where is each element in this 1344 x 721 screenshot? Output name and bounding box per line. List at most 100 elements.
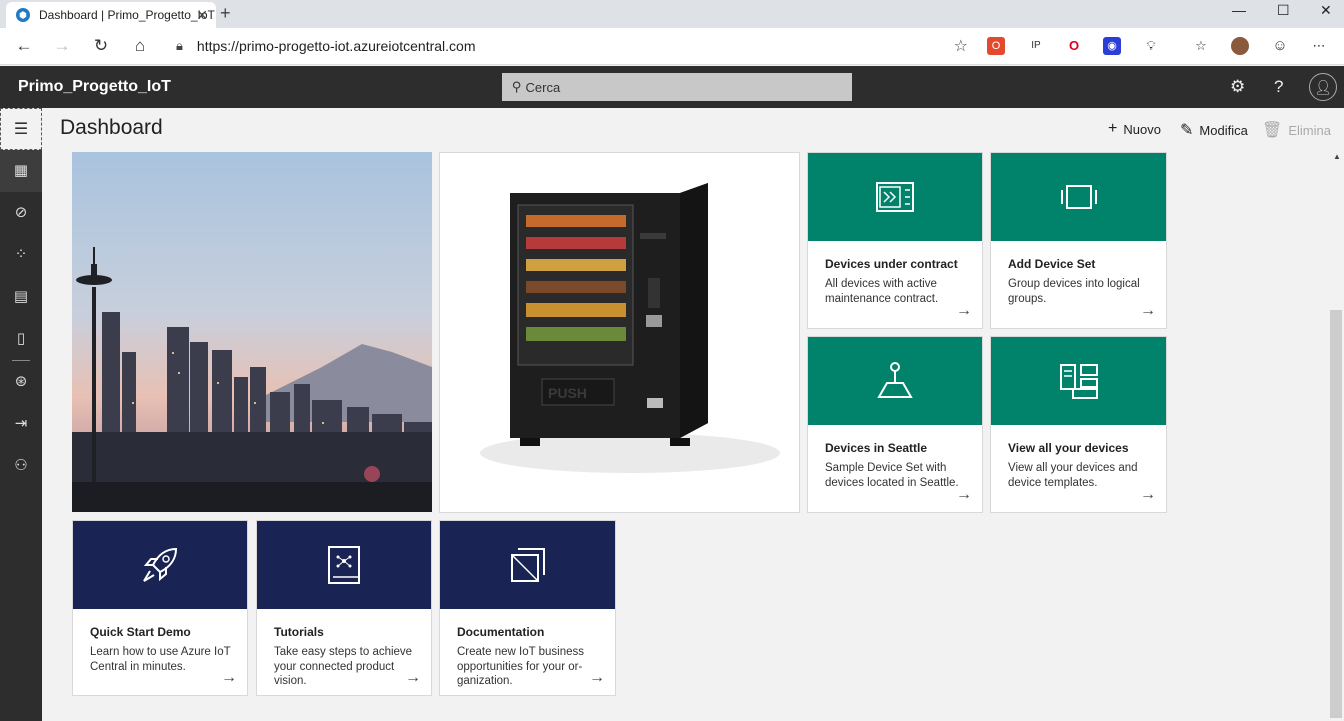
favorites-icon[interactable]: ☆ <box>1192 37 1210 55</box>
app-header: Primo_Progetto_IoT ⚲ Cerca ⚙ ? 👤︎ <box>0 66 1344 108</box>
arrow-right-icon[interactable]: → <box>221 669 237 687</box>
scrollbar-thumb[interactable] <box>1330 310 1342 718</box>
tile-title: View all your devices <box>1008 441 1129 455</box>
minimize-button[interactable]: — <box>1232 2 1246 18</box>
tutorials-tile[interactable]: Tutorials Take easy steps to achieve you… <box>256 520 432 696</box>
arrow-right-icon[interactable]: → <box>1140 302 1156 320</box>
jobs-icon[interactable]: ⇥ <box>0 403 42 445</box>
tile-title: Devices in Seattle <box>825 441 928 455</box>
help-icon[interactable]: ? <box>1274 77 1283 97</box>
url-text: https://primo-progetto-iot.azureiotcentr… <box>196 38 476 54</box>
screen-icon[interactable]: ◉ <box>1103 37 1121 55</box>
tile-title: Tutorials <box>274 625 324 639</box>
arrow-right-icon[interactable]: → <box>1140 486 1156 504</box>
tile-description: Sample Device Set with devices located i… <box>825 462 959 489</box>
book-icon <box>328 546 360 584</box>
profile-icon[interactable] <box>1231 37 1249 55</box>
favorite-star-icon[interactable]: ☆ <box>954 36 968 56</box>
quick-start-demo-tile[interactable]: Quick Start Demo Learn how to use Azure … <box>72 520 248 696</box>
tile-header <box>808 153 982 241</box>
contract-devices-icon <box>876 182 914 212</box>
search-input[interactable]: ⚲ Cerca <box>502 73 852 101</box>
forward-arrow-icon[interactable]: → <box>52 36 72 56</box>
tile-description: All devices with active maintenance cont… <box>825 278 939 305</box>
app-title: Primo_Progetto_IoT <box>18 78 171 95</box>
plus-icon: + <box>1108 120 1118 137</box>
add-device-set-tile[interactable]: Add Device Set Group devices into logica… <box>990 152 1167 329</box>
opera-icon[interactable]: O <box>1065 37 1083 55</box>
page-title: Dashboard <box>60 116 163 139</box>
arrow-right-icon[interactable]: → <box>956 302 972 320</box>
tab-close-icon[interactable]: ✕ <box>196 7 208 24</box>
seattle-skyline-image <box>72 152 432 512</box>
documents-icon <box>510 548 545 582</box>
tile-title: Documentation <box>457 625 545 639</box>
dashboard-icon[interactable]: ▦ <box>0 150 42 192</box>
tile-description: View all your devices and device templat… <box>1008 462 1138 489</box>
home-icon[interactable]: ⌂ <box>130 36 150 56</box>
device-templates-icon[interactable]: ▯ <box>0 318 42 360</box>
browser-toolbar: ← → ↻ ⌂ 🔒︎ https://primo-progetto-iot.az… <box>0 28 1344 65</box>
devices-icon[interactable]: ⁘ <box>0 234 42 276</box>
tile-header <box>440 521 615 609</box>
ip-icon[interactable]: IP <box>1027 37 1045 55</box>
menu-icon[interactable]: ☰ <box>0 108 42 150</box>
new-button[interactable]: + Nuovo <box>1108 120 1161 138</box>
documentation-tile[interactable]: Documentation Create new IoT business op… <box>439 520 616 696</box>
tile-header <box>808 337 982 425</box>
back-arrow-icon[interactable]: ← <box>14 36 34 56</box>
pencil-icon: ✎ <box>1180 122 1194 139</box>
devices-under-contract-tile[interactable]: Devices under contract All devices with … <box>807 152 983 329</box>
analytics-icon[interactable]: ⊘ <box>0 192 42 234</box>
devices-in-seattle-tile[interactable]: Devices in Seattle Sample Device Set wit… <box>807 336 983 513</box>
emoji-icon[interactable]: ☺ <box>1271 37 1289 55</box>
rocket-icon <box>143 547 178 582</box>
new-tab-button[interactable]: + <box>220 3 231 24</box>
tab-title: Dashboard | Primo_Progetto_IoT <box>39 8 215 22</box>
gear-icon[interactable]: ⚙ <box>1230 77 1245 97</box>
more-icon[interactable]: ⋯ <box>1310 37 1328 55</box>
tile-header <box>991 337 1166 425</box>
tile-description: Group devices into logical groups. <box>1008 278 1140 305</box>
arrow-right-icon[interactable]: → <box>956 486 972 504</box>
arrow-right-icon[interactable]: → <box>405 669 421 687</box>
url-field[interactable]: 🔒︎ https://primo-progetto-iot.azureiotce… <box>164 32 974 60</box>
search-placeholder: Cerca <box>525 79 561 95</box>
edit-button[interactable]: ✎ Modifica <box>1180 120 1248 140</box>
lightbulb-icon[interactable]: 💡︎ <box>1142 37 1160 55</box>
close-window-button[interactable]: ✕ <box>1320 2 1332 19</box>
tile-description: Take easy steps to achieve your connecte… <box>274 646 413 687</box>
users-icon[interactable]: ⚇ <box>0 445 42 487</box>
view-all-devices-tile[interactable]: View all your devices View all your devi… <box>990 336 1167 513</box>
delete-button[interactable]: 🗑︎ Elimina <box>1262 120 1331 140</box>
rules-icon[interactable]: ⊛ <box>0 361 42 403</box>
arrow-right-icon[interactable]: → <box>589 669 605 687</box>
office-icon[interactable]: O <box>987 37 1005 55</box>
edit-button-label: Modifica <box>1199 122 1248 138</box>
push-label: PUSH <box>548 385 587 401</box>
delete-button-label: Elimina <box>1288 122 1331 138</box>
tile-header <box>991 153 1166 241</box>
new-button-label: Nuovo <box>1123 121 1161 137</box>
chart-icon[interactable]: ▤ <box>0 276 42 318</box>
refresh-icon[interactable]: ↻ <box>91 36 111 56</box>
tile-title: Quick Start Demo <box>90 625 191 639</box>
browser-tab[interactable]: ⬢ Dashboard | Primo_Progetto_IoT ✕ <box>6 2 216 28</box>
scroll-up-arrow-icon[interactable]: ▲ <box>1333 152 1341 161</box>
tile-header <box>73 521 247 609</box>
device-set-icon <box>1060 185 1097 209</box>
tile-title: Devices under contract <box>825 257 958 271</box>
user-avatar-icon[interactable]: 👤︎ <box>1309 73 1337 101</box>
tile-header <box>257 521 431 609</box>
iot-central-favicon-icon: ⬢ <box>16 8 30 22</box>
device-templates-icon <box>1059 364 1098 399</box>
location-pin-icon <box>877 362 913 398</box>
maximize-button[interactable]: ☐ <box>1277 2 1290 19</box>
tile-description: Create new IoT business opportunities fo… <box>457 646 584 687</box>
lock-icon: 🔒︎ <box>176 38 183 53</box>
browser-tab-bar: ⬢ Dashboard | Primo_Progetto_IoT ✕ + — ☐… <box>0 0 1344 28</box>
left-nav-rail: ☰ ▦ ⊘ ⁘ ▤ ▯ ⊛ ⇥ ⚇ <box>0 108 42 721</box>
tile-title: Add Device Set <box>1008 257 1096 271</box>
search-icon: ⚲ <box>512 79 522 94</box>
vending-machine-image: PUSH <box>439 152 800 513</box>
